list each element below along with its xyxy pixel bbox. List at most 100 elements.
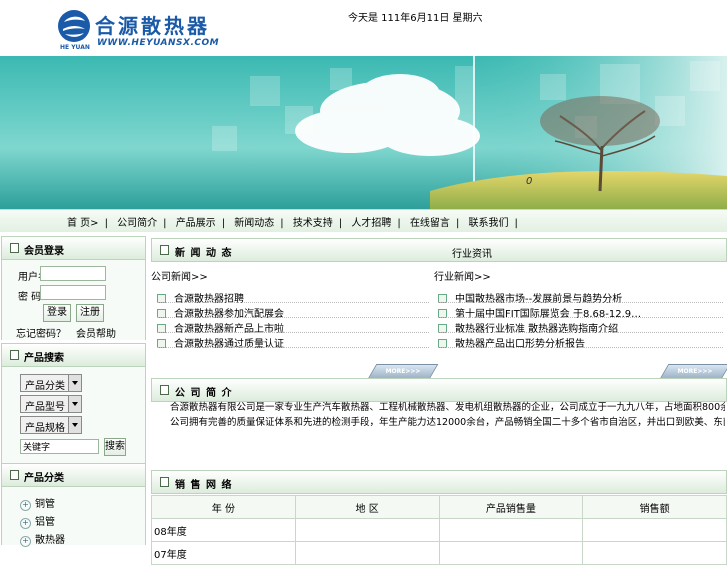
category-label: 铜管	[35, 499, 55, 510]
sales-section-title: 销 售 网 络	[175, 480, 233, 491]
category-select[interactable]: 产品分类	[20, 374, 82, 392]
category-item[interactable]: + 铜管	[20, 495, 55, 511]
nav-separator: |	[163, 218, 167, 229]
nav-item-message[interactable]: 在线留言	[410, 218, 450, 229]
sales-section-header: 销 售 网 络	[151, 470, 727, 494]
spec-select[interactable]: 产品规格	[20, 416, 82, 434]
banner-image: 0	[0, 56, 727, 209]
nav-item-jobs[interactable]: 人才招聘	[351, 218, 391, 229]
company-news-title[interactable]: 公司新闻>>	[151, 268, 208, 283]
chevron-down-icon	[68, 396, 81, 412]
nav-separator: |	[221, 218, 226, 229]
divider	[157, 347, 429, 348]
login-panel-header: 会员登录	[1, 236, 146, 260]
panel-icon	[10, 350, 19, 360]
search-button[interactable]: 搜索	[104, 438, 126, 456]
nav-item-products[interactable]: 产品展示	[176, 218, 216, 229]
table-header-row: 年 份 地 区 产品销售量 销售额	[151, 495, 727, 519]
logo-website: WWW.HEYUANSX.COM	[97, 38, 220, 48]
news-section-title: 新 闻 动 态	[175, 248, 233, 259]
sales-table: 年 份 地 区 产品销售量 销售额 08年度 07年度	[151, 495, 727, 565]
category-label: 散热器	[35, 535, 65, 546]
category-item[interactable]: + 铝管	[20, 513, 55, 529]
panel-icon	[160, 477, 169, 487]
news-item-label: 散热器产品出口形势分析报告	[455, 339, 585, 350]
news-item-label: 合源散热器新产品上市啦	[174, 324, 284, 335]
company-news-more-button[interactable]: MORE>>>	[367, 364, 439, 379]
nav-separator: |	[104, 218, 108, 229]
industry-news-list-title[interactable]: 行业新闻>>	[434, 268, 491, 283]
login-button[interactable]: 登录	[43, 304, 71, 322]
search-panel-title: 产品搜索	[24, 353, 64, 364]
chevron-down-icon	[68, 375, 81, 391]
model-select[interactable]: 产品型号	[20, 395, 82, 413]
nav-item-contact[interactable]: 联系我们	[469, 218, 509, 229]
more-label: MORE>>>	[385, 368, 421, 375]
divider	[438, 317, 723, 318]
table-cell	[438, 518, 584, 542]
nav-item-home[interactable]: 首 页>	[67, 218, 99, 229]
nav-separator: |	[280, 218, 284, 229]
news-item-label: 合源散热器招聘	[174, 294, 244, 305]
divider	[438, 302, 723, 303]
divider	[157, 332, 429, 333]
search-panel-header: 产品搜索	[1, 343, 146, 367]
news-item-label: 中国散热器市场--发展前景与趋势分析	[455, 294, 623, 305]
news-item-label: 合源散热器参加汽配展会	[174, 309, 284, 320]
divider	[157, 302, 429, 303]
login-panel-title: 会员登录	[24, 246, 64, 257]
logo-chinese-name: 合源散热器	[95, 14, 210, 38]
panel-icon	[10, 243, 19, 253]
divider	[157, 317, 429, 318]
about-paragraph-2: 公司拥有完善的质量保证体系和先进的检测手段，年生产能力达12000余台，产品畅销…	[170, 416, 725, 428]
news-section-header: 新 闻 动 态 行业资讯	[151, 238, 727, 262]
model-select-value: 产品型号	[25, 402, 65, 413]
divider	[438, 347, 723, 348]
news-item-label: 散热器行业标准 散热器选购指南介绍	[455, 324, 619, 335]
nav-item-about[interactable]: 公司简介	[117, 218, 157, 229]
logo-sub-text: HE YUAN	[60, 44, 90, 51]
news-item-label: 合源散热器通过质量认证	[174, 339, 284, 350]
table-cell: 08年度	[151, 518, 296, 542]
banner-overlay-text: 0	[526, 176, 532, 187]
nav-item-news[interactable]: 新闻动态	[234, 218, 274, 229]
member-help-link[interactable]: 会员帮助	[76, 325, 116, 340]
column-header: 销售额	[582, 495, 727, 519]
chevron-down-icon	[68, 417, 81, 433]
column-header: 地 区	[294, 495, 440, 519]
register-button[interactable]: 注册	[76, 304, 104, 322]
about-text: 合源散热器有限公司是一家专业生产汽车散热器、工程机械散热器、发电机组散热器的企业…	[151, 401, 725, 461]
about-section-header: 公 司 简 介	[151, 378, 727, 402]
table-cell	[294, 518, 440, 542]
logo-mark-icon	[58, 10, 90, 42]
keyword-input[interactable]: 关键字	[20, 439, 99, 454]
forgot-password-link[interactable]: 忘记密码？	[16, 325, 66, 340]
table-row: 08年度	[151, 518, 727, 542]
industry-news-more-button[interactable]: MORE>>>	[659, 364, 727, 379]
nav-separator: |	[338, 218, 343, 229]
panel-icon	[160, 385, 169, 395]
username-input[interactable]	[40, 266, 106, 281]
column-header: 产品销售量	[438, 495, 584, 519]
categories-panel-title: 产品分类	[24, 473, 64, 484]
main-nav: 首 页> | 公司简介 | 产品展示 | 新闻动态 | 技术支持 | 人才招聘 | 在线留言…	[67, 214, 524, 229]
category-label: 铝管	[35, 517, 55, 528]
nav-separator: |	[514, 218, 518, 229]
table-cell	[582, 518, 727, 542]
about-paragraph-1: 合源散热器有限公司是一家专业生产汽车散热器、工程机械散热器、发电机组散热器的企业…	[170, 402, 725, 413]
panel-icon	[10, 470, 19, 480]
plus-icon: +	[20, 518, 31, 529]
nav-item-support[interactable]: 技术支持	[293, 218, 333, 229]
plus-icon: +	[20, 536, 31, 547]
spec-select-value: 产品规格	[25, 423, 65, 434]
industry-news-title: 行业资讯	[452, 249, 492, 260]
nav-separator: |	[397, 218, 401, 229]
category-select-value: 产品分类	[25, 381, 65, 392]
password-input[interactable]	[40, 285, 106, 300]
current-date: 今天是 111年6月11日 星期六	[348, 13, 483, 24]
nav-separator: |	[455, 218, 460, 229]
more-label: MORE>>>	[677, 368, 713, 375]
plus-icon: +	[20, 500, 31, 511]
categories-panel-header: 产品分类	[1, 463, 146, 487]
panel-icon	[160, 245, 169, 255]
